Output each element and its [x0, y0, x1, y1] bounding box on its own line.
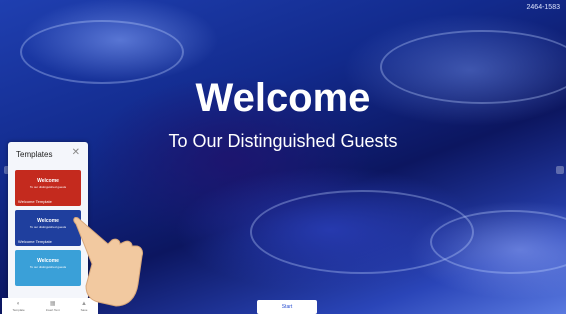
template-icon: ◐ [16, 300, 21, 307]
nav-label: Template [12, 307, 25, 312]
grid-handle-icon[interactable] [556, 166, 564, 174]
template-card[interactable]: Welcome To our distinguished guests Welc… [15, 170, 81, 206]
panel-title: Templates [16, 150, 53, 159]
template-subheading: To our distinguished guests [29, 185, 67, 189]
slide-title[interactable]: Welcome [0, 76, 566, 121]
resolution-label: 2464-1583 [526, 4, 560, 11]
start-button[interactable]: Start [257, 300, 317, 314]
nav-item-template[interactable]: ◐ Template [13, 301, 25, 312]
nav-item-insert-text[interactable]: ▦ Insert Text [46, 301, 60, 312]
template-caption: Welcome Template [18, 239, 52, 244]
close-icon[interactable]: ✕ [72, 147, 80, 158]
background-swirl [430, 210, 566, 274]
template-heading: Welcome [37, 178, 59, 184]
background-swirl [20, 20, 184, 84]
grid-icon: ▦ [49, 300, 56, 307]
presentation-screen: 2464-1583 Welcome To Our Distinguished G… [0, 0, 566, 314]
template-caption: Welcome Template [18, 199, 52, 204]
nav-label: Insert Text [45, 307, 60, 312]
pointing-hand-image [73, 217, 143, 307]
